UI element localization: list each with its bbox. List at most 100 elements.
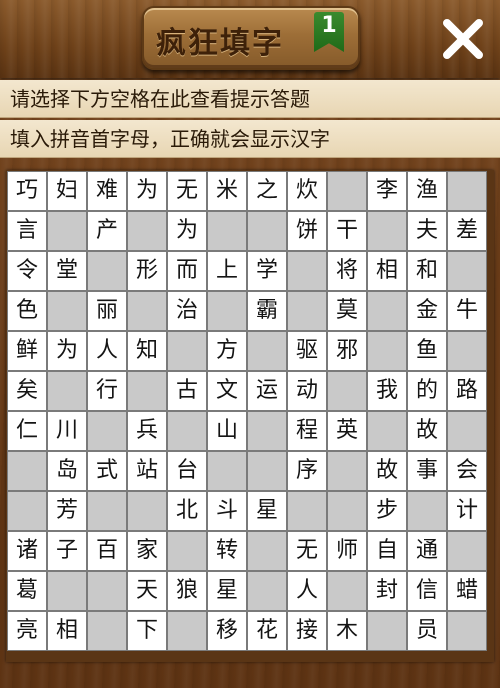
level-number: 1 — [321, 13, 337, 38]
grid-cell[interactable]: 学 — [247, 251, 287, 291]
grid-cell[interactable]: 无 — [167, 171, 207, 211]
grid-cell[interactable]: 封 — [367, 571, 407, 611]
grid-cell[interactable]: 通 — [407, 531, 447, 571]
grid-cell[interactable]: 为 — [47, 331, 87, 371]
grid-cell[interactable]: 仁 — [7, 411, 47, 451]
grid-cell[interactable]: 丽 — [87, 291, 127, 331]
close-icon[interactable] — [438, 14, 488, 64]
grid-cell[interactable]: 无 — [287, 531, 327, 571]
grid-cell[interactable]: 路 — [447, 371, 487, 411]
grid-cell[interactable]: 故 — [407, 411, 447, 451]
grid-cell[interactable]: 师 — [327, 531, 367, 571]
grid-cell[interactable]: 会 — [447, 451, 487, 491]
grid-cell[interactable]: 北 — [167, 491, 207, 531]
grid-cell[interactable]: 饼 — [287, 211, 327, 251]
grid-cell[interactable]: 堂 — [47, 251, 87, 291]
grid-cell[interactable]: 转 — [207, 531, 247, 571]
grid-cell[interactable]: 川 — [47, 411, 87, 451]
grid-cell[interactable]: 接 — [287, 611, 327, 651]
grid-cell[interactable]: 事 — [407, 451, 447, 491]
grid-cell[interactable]: 难 — [87, 171, 127, 211]
grid-cell[interactable]: 古 — [167, 371, 207, 411]
grid-cell[interactable]: 台 — [167, 451, 207, 491]
grid-cell[interactable]: 夫 — [407, 211, 447, 251]
grid-cell[interactable]: 花 — [247, 611, 287, 651]
grid-cell[interactable]: 霸 — [247, 291, 287, 331]
grid-cell[interactable]: 诸 — [7, 531, 47, 571]
grid-cell[interactable]: 令 — [7, 251, 47, 291]
grid-cell[interactable]: 巧 — [7, 171, 47, 211]
grid-cell[interactable]: 而 — [167, 251, 207, 291]
grid-cell[interactable]: 言 — [7, 211, 47, 251]
grid-cell[interactable]: 李 — [367, 171, 407, 211]
grid-cell[interactable]: 山 — [207, 411, 247, 451]
grid-cell[interactable]: 干 — [327, 211, 367, 251]
grid-cell[interactable]: 相 — [367, 251, 407, 291]
grid-cell[interactable]: 蜡 — [447, 571, 487, 611]
grid-cell[interactable]: 为 — [127, 171, 167, 211]
grid-cell[interactable]: 亮 — [7, 611, 47, 651]
grid-cell[interactable]: 我 — [367, 371, 407, 411]
grid-cell[interactable]: 岛 — [47, 451, 87, 491]
grid-cell[interactable]: 星 — [207, 571, 247, 611]
grid-cell[interactable]: 葛 — [7, 571, 47, 611]
grid-cell[interactable]: 矣 — [7, 371, 47, 411]
grid-cell[interactable]: 差 — [447, 211, 487, 251]
grid-cell-blocked — [207, 291, 247, 331]
grid-cell[interactable]: 故 — [367, 451, 407, 491]
grid-cell[interactable]: 牛 — [447, 291, 487, 331]
grid-cell[interactable]: 序 — [287, 451, 327, 491]
grid-cell[interactable]: 家 — [127, 531, 167, 571]
grid-cell[interactable]: 木 — [327, 611, 367, 651]
grid-cell[interactable]: 计 — [447, 491, 487, 531]
grid-cell[interactable]: 文 — [207, 371, 247, 411]
grid-cell[interactable]: 莫 — [327, 291, 367, 331]
grid-cell[interactable]: 信 — [407, 571, 447, 611]
grid-cell[interactable]: 步 — [367, 491, 407, 531]
grid-cell[interactable]: 米 — [207, 171, 247, 211]
grid-cell[interactable]: 炊 — [287, 171, 327, 211]
grid-cell[interactable]: 运 — [247, 371, 287, 411]
grid-cell[interactable]: 式 — [87, 451, 127, 491]
grid-cell[interactable]: 行 — [87, 371, 127, 411]
grid-cell[interactable]: 的 — [407, 371, 447, 411]
grid-cell[interactable]: 和 — [407, 251, 447, 291]
grid-cell[interactable]: 芳 — [47, 491, 87, 531]
grid-cell[interactable]: 上 — [207, 251, 247, 291]
grid-cell[interactable]: 鲜 — [7, 331, 47, 371]
grid-cell[interactable]: 治 — [167, 291, 207, 331]
grid-cell[interactable]: 斗 — [207, 491, 247, 531]
grid-cell[interactable]: 相 — [47, 611, 87, 651]
grid-cell[interactable]: 星 — [247, 491, 287, 531]
grid-cell-blocked — [127, 291, 167, 331]
grid-cell[interactable]: 妇 — [47, 171, 87, 211]
grid-cell[interactable]: 方 — [207, 331, 247, 371]
grid-cell[interactable]: 移 — [207, 611, 247, 651]
grid-cell[interactable]: 金 — [407, 291, 447, 331]
grid-cell[interactable]: 产 — [87, 211, 127, 251]
grid-cell[interactable]: 形 — [127, 251, 167, 291]
grid-cell[interactable]: 人 — [287, 571, 327, 611]
grid-cell[interactable]: 站 — [127, 451, 167, 491]
grid-cell[interactable]: 自 — [367, 531, 407, 571]
grid-cell[interactable]: 鱼 — [407, 331, 447, 371]
grid-cell[interactable]: 为 — [167, 211, 207, 251]
grid-cell[interactable]: 之 — [247, 171, 287, 211]
grid-cell[interactable]: 子 — [47, 531, 87, 571]
grid-cell[interactable]: 将 — [327, 251, 367, 291]
grid-cell[interactable]: 下 — [127, 611, 167, 651]
grid-cell[interactable]: 百 — [87, 531, 127, 571]
grid-cell[interactable]: 知 — [127, 331, 167, 371]
grid-cell[interactable]: 兵 — [127, 411, 167, 451]
grid-cell[interactable]: 天 — [127, 571, 167, 611]
grid-cell[interactable]: 英 — [327, 411, 367, 451]
grid-cell[interactable]: 动 — [287, 371, 327, 411]
grid-cell[interactable]: 渔 — [407, 171, 447, 211]
grid-cell[interactable]: 驱 — [287, 331, 327, 371]
grid-cell[interactable]: 人 — [87, 331, 127, 371]
grid-cell[interactable]: 员 — [407, 611, 447, 651]
grid-cell[interactable]: 色 — [7, 291, 47, 331]
grid-cell[interactable]: 邪 — [327, 331, 367, 371]
grid-cell[interactable]: 狼 — [167, 571, 207, 611]
grid-cell[interactable]: 程 — [287, 411, 327, 451]
